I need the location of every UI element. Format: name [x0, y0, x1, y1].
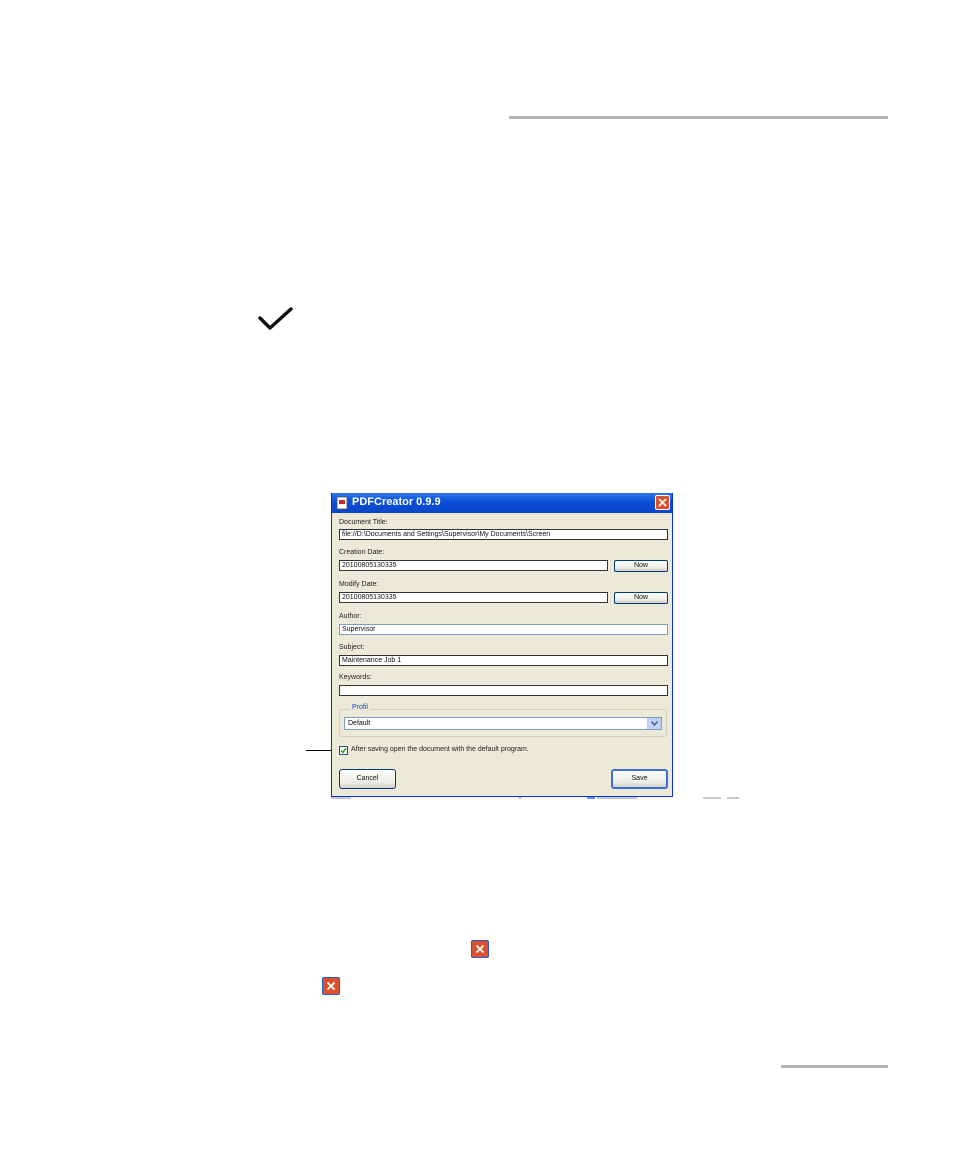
- dialog-titlebar: PDFCreator 0.9.9: [332, 493, 672, 513]
- keywords-input[interactable]: [339, 685, 668, 696]
- header-rule: [509, 116, 888, 119]
- dialog-close-button[interactable]: [655, 495, 670, 510]
- creation-date-now-button[interactable]: Now: [614, 560, 668, 572]
- author-input[interactable]: Supervisor: [339, 624, 668, 635]
- close-x-icon: [322, 977, 340, 995]
- document-title-input[interactable]: file://D:\Documents and Settings\Supervi…: [339, 529, 668, 540]
- dialog-title: PDFCreator 0.9.9: [352, 496, 441, 508]
- open-after-saving-label: After saving open the document with the …: [351, 746, 529, 753]
- subject-input[interactable]: Maintenance Job 1: [339, 655, 668, 666]
- profile-select[interactable]: Default: [344, 717, 662, 730]
- chevron-down-icon: [651, 721, 658, 726]
- pdfcreator-dialog: PDFCreator 0.9.9 Document Title: file://…: [331, 493, 673, 797]
- save-button[interactable]: Save: [611, 769, 668, 789]
- keywords-label: Keywords:: [339, 674, 372, 681]
- modify-date-label: Modify Date:: [339, 581, 379, 588]
- profile-dropdown-button[interactable]: [647, 718, 661, 729]
- modify-date-input[interactable]: 20100805130335: [339, 592, 608, 603]
- cropped-taskbar-strip: [331, 797, 739, 799]
- profile-group: Profil Default: [339, 704, 667, 737]
- subject-label: Subject:: [339, 644, 365, 651]
- close-x-icon: [471, 940, 489, 958]
- footer-rule: [781, 1065, 888, 1068]
- author-label: Author:: [339, 613, 362, 620]
- document-title-label: Document Title:: [339, 519, 388, 526]
- cancel-button[interactable]: Cancel: [339, 769, 396, 789]
- close-x-icon: [658, 498, 667, 507]
- open-after-saving-checkbox[interactable]: [339, 746, 348, 755]
- profile-selected-value: Default: [348, 720, 371, 727]
- checkmark-icon: [258, 307, 293, 330]
- creation-date-input[interactable]: 20100805130335: [339, 560, 608, 571]
- creation-date-label: Creation Date:: [339, 549, 385, 556]
- checkbox-check-icon: [340, 747, 347, 754]
- modify-date-now-button[interactable]: Now: [614, 592, 668, 604]
- pdfcreator-app-icon: [336, 496, 348, 510]
- profile-group-label: Profil: [350, 704, 370, 711]
